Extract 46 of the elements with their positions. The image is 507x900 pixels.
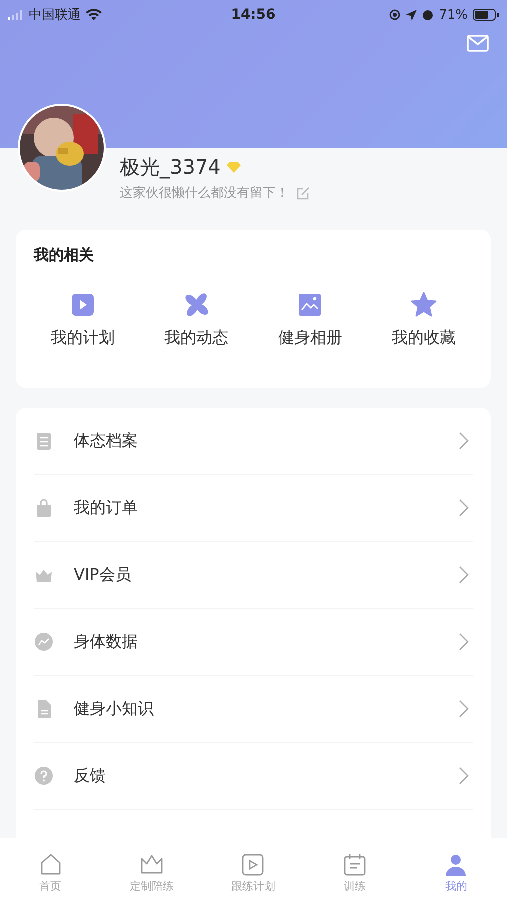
menu-row[interactable]: VIP会员 xyxy=(34,542,473,609)
alarm-icon xyxy=(422,9,434,21)
section-title: 我的相关 xyxy=(34,246,95,265)
chevron-right-icon xyxy=(459,633,469,651)
menu-row[interactable]: 健身小知识 xyxy=(34,676,473,743)
chart-circle-icon xyxy=(34,632,54,652)
diamond-icon xyxy=(226,162,241,173)
bag-icon xyxy=(34,498,54,518)
help-icon xyxy=(34,766,54,786)
menu-row[interactable]: 体态档案 xyxy=(34,408,473,475)
carrier-name: 中国联通 xyxy=(29,7,81,24)
battery-icon xyxy=(472,9,499,21)
shortcut-label[interactable]: 我的收藏 xyxy=(392,328,456,349)
menu-label: 身体数据 xyxy=(74,632,139,652)
menu-label: 我的订单 xyxy=(74,498,139,518)
clock-time: 14:56 xyxy=(231,7,276,23)
shortcut-label[interactable]: 我的动态 xyxy=(164,328,229,349)
pinwheel-icon[interactable] xyxy=(182,291,211,319)
shortcut-label[interactable]: 我的计划 xyxy=(51,328,115,349)
battery-percent: 71% xyxy=(439,8,468,22)
menu-label: 体态档案 xyxy=(74,430,139,452)
chevron-right-icon xyxy=(459,432,469,450)
mail-icon[interactable] xyxy=(467,35,489,52)
menu-row[interactable]: 身体数据 xyxy=(34,609,473,676)
star-icon[interactable] xyxy=(410,291,438,319)
chevron-right-icon xyxy=(459,700,469,718)
edit-icon[interactable] xyxy=(297,186,310,200)
rotation-lock-icon xyxy=(389,9,402,21)
user-bio: 这家伙很懒什么都没有留下！ xyxy=(120,185,289,202)
menu-label: VIP会员 xyxy=(74,564,132,586)
calendar-icon xyxy=(342,852,368,878)
chevron-right-icon xyxy=(459,767,469,785)
shortcut-label[interactable]: 健身相册 xyxy=(278,328,342,349)
menu-label: 健身小知识 xyxy=(74,698,155,720)
user-name: 极光_3374 xyxy=(120,154,221,181)
menu-label: 反馈 xyxy=(74,766,107,786)
menu-row[interactable]: 我的订单 xyxy=(34,475,473,542)
plan-video-icon[interactable] xyxy=(69,291,97,319)
location-icon xyxy=(406,10,418,20)
clipboard-icon xyxy=(34,431,54,451)
play-icon xyxy=(240,852,266,878)
menu-row[interactable]: 反馈 xyxy=(34,743,473,810)
chevron-right-icon xyxy=(459,499,469,517)
chevron-right-icon xyxy=(459,566,469,584)
wifi-icon xyxy=(86,9,102,21)
signal-icon xyxy=(8,10,24,20)
